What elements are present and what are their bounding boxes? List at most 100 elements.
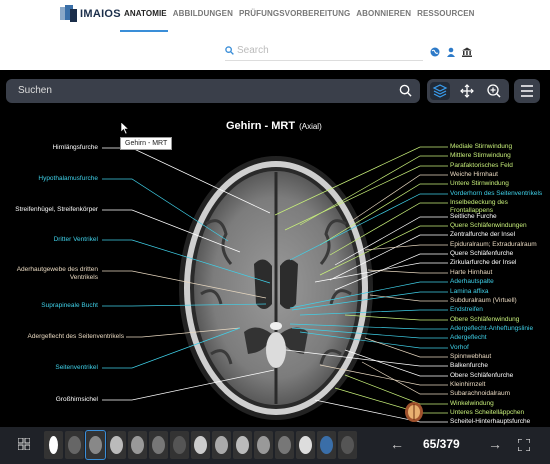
thumbnail[interactable] (254, 431, 273, 459)
previous-arrow-icon[interactable]: ← (390, 436, 404, 452)
tooltip: Gehirn - MRT (120, 137, 173, 150)
label-right[interactable]: Obere Schläfenfurche (450, 372, 513, 380)
zoom-button[interactable] (484, 82, 504, 100)
thumbnail[interactable] (212, 431, 231, 459)
brand-logo[interactable]: IMAIOS (60, 5, 121, 22)
label-right[interactable]: Balkenfurche (450, 362, 488, 370)
label-right[interactable]: Weiche Hirnhaut (450, 171, 498, 179)
search-icon (225, 46, 234, 55)
image-title-text: Gehirn - MRT (226, 120, 296, 132)
label-right[interactable]: Quere Schläfenwindungen (450, 222, 527, 230)
label-right[interactable]: Seitliche Furche (450, 213, 497, 221)
label-right[interactable]: Subarachnoidalraum (450, 390, 510, 398)
site-search[interactable]: Search (225, 45, 269, 56)
label-right[interactable]: Obere Schläfenwindung (450, 316, 519, 324)
label-right[interactable]: Lamina affixa (450, 288, 489, 296)
image-subtitle: (Axial) (299, 122, 322, 131)
menu-button[interactable] (514, 79, 540, 103)
nav-abbildungen[interactable]: ABBILDUNGEN (173, 9, 233, 18)
institution-icon[interactable] (462, 47, 472, 57)
thumbnail[interactable] (275, 431, 294, 459)
thumbnail[interactable] (149, 431, 168, 459)
label-right[interactable]: Scheitel-Hinterhauptsfurche (450, 418, 530, 426)
grid-icon[interactable] (18, 438, 30, 450)
thumbnail[interactable] (191, 431, 210, 459)
label-right[interactable]: Zentralfurche der Insel (450, 231, 515, 239)
label-right[interactable]: Mittlere Stirnwindung (450, 152, 511, 160)
label-right[interactable]: Quere Schläfenfurche (450, 250, 513, 258)
thumbnail[interactable] (233, 431, 252, 459)
series-thumbnails (44, 430, 359, 460)
globe-icon[interactable] (430, 47, 440, 57)
label-right[interactable]: Parafaktorisches Feld (450, 162, 513, 170)
top-navigation-bar: IMAIOS ANATOMIE ABBILDUNGEN PRÜFUNGSVORB… (0, 0, 550, 70)
thumbnail[interactable] (107, 431, 126, 459)
label-right[interactable]: Epiduralraum; Extraduralraum (450, 241, 537, 249)
label-right[interactable]: Untere Stirnwindung (450, 180, 509, 188)
thumbnail[interactable] (317, 431, 336, 459)
thumbnail[interactable] (296, 431, 315, 459)
label-right[interactable]: Adergeflecht (450, 334, 487, 342)
viewer-search-placeholder: Suchen (18, 85, 52, 96)
nav-anatomie[interactable]: ANATOMIE (124, 9, 167, 18)
search-underline (225, 60, 423, 61)
label-right[interactable]: Adergeflecht-Anheftungslinie (450, 325, 533, 333)
move-icon (460, 84, 474, 98)
brand-name: IMAIOS (80, 7, 121, 20)
label-left[interactable]: Großhirnsichel (56, 396, 98, 404)
label-right[interactable]: Harte Hirnhaut (450, 269, 492, 277)
label-left[interactable]: Hirnlängsfurche (52, 144, 98, 152)
thumbnail[interactable] (170, 431, 189, 459)
thumbnail-selected[interactable] (85, 430, 106, 460)
label-left[interactable]: Dritter Ventrikel (54, 236, 98, 244)
label-right[interactable]: Mediale Stirnwindung (450, 143, 512, 151)
brain-mri-image[interactable] (176, 154, 376, 422)
brain-orientation-icon (405, 402, 423, 422)
label-right[interactable]: Vorderhorn des Seitenventrikels (450, 190, 542, 198)
next-arrow-icon[interactable]: → (488, 436, 502, 452)
thumbnail[interactable] (44, 431, 63, 459)
viewer-search-input[interactable]: Suchen (6, 79, 420, 103)
label-right[interactable]: Vorhof (450, 344, 469, 352)
label-right[interactable]: Zirkularfurche der Insel (450, 259, 516, 267)
image-title: Gehirn - MRT (Axial) (226, 120, 322, 132)
image-viewer: Suchen Gehirn - MRT (Axial) Hirnlängsfur… (0, 70, 550, 464)
nav-pruefungsvorbereitung[interactable]: PRÜFUNGSVORBEREITUNG (239, 9, 350, 18)
label-left[interactable]: Adergeflecht des Seitenventrikels (28, 333, 124, 341)
thumbnail[interactable] (128, 431, 147, 459)
top-right-icons (430, 47, 472, 57)
fullscreen-icon[interactable] (518, 439, 530, 451)
label-right[interactable]: Winkelwindung (450, 400, 494, 408)
pan-button[interactable] (457, 82, 477, 100)
label-left[interactable]: Seitenventrikel (55, 364, 98, 372)
label-right[interactable]: Spinnwebhaut (450, 353, 491, 361)
search-placeholder: Search (237, 45, 269, 56)
label-left[interactable]: Streifenhügel, Streifenkörper (15, 206, 98, 214)
label-left[interactable]: Ventrikels (70, 274, 98, 282)
user-icon[interactable] (446, 47, 456, 57)
label-right[interactable]: Endstreifen (450, 306, 483, 314)
layers-button[interactable] (430, 82, 450, 100)
hamburger-icon (521, 85, 533, 97)
label-right[interactable]: Aderhautspalte (450, 278, 494, 286)
label-right[interactable]: Unteres Scheitelläppchen (450, 409, 524, 417)
label-right[interactable]: Kleinhirnzelt (450, 381, 485, 389)
bottom-toolbar: ← 65/379 → (0, 427, 550, 464)
mouse-cursor-icon (121, 122, 130, 135)
label-left[interactable]: Hypothalamusfurche (38, 175, 98, 183)
viewer-toolbar (427, 79, 509, 103)
label-right[interactable]: Subduralraum (Virtuell) (450, 297, 517, 305)
zoom-in-icon (487, 84, 501, 98)
thumbnail[interactable] (338, 431, 357, 459)
main-nav: ANATOMIE ABBILDUNGEN PRÜFUNGSVORBEREITUN… (124, 9, 481, 18)
layers-icon (432, 84, 448, 98)
thumbnail[interactable] (65, 431, 84, 459)
label-right[interactable]: Inselbedeckung des (450, 199, 508, 207)
active-tab-indicator (120, 30, 168, 32)
label-left[interactable]: Aderhautgewebe des dritten (17, 266, 98, 274)
nav-ressourcen[interactable]: RESSOURCEN (417, 9, 474, 18)
label-left[interactable]: Suprapineale Bucht (41, 302, 98, 310)
nav-abonnieren[interactable]: ABONNIEREN (356, 9, 411, 18)
search-icon[interactable] (399, 84, 412, 97)
logo-icon (60, 5, 77, 22)
